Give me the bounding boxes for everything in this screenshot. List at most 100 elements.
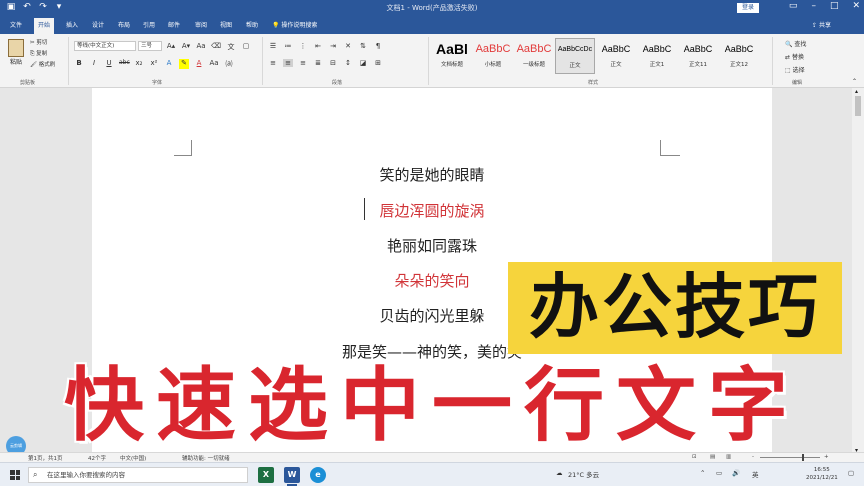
- style-gallery-item[interactable]: AaBbCcDc 正文: [555, 38, 595, 74]
- strikethrough-icon[interactable]: abc: [119, 59, 130, 69]
- windows-start-icon[interactable]: [10, 470, 20, 480]
- document-line[interactable]: 笑的是她的眼睛: [0, 164, 864, 185]
- align-left-icon[interactable]: ≡: [268, 59, 278, 67]
- clock[interactable]: 16:55 2021/12/21: [806, 466, 838, 482]
- style-gallery-item[interactable]: AaBbC 正文1: [637, 38, 677, 74]
- share-button[interactable]: ⇪ 共享: [812, 20, 831, 29]
- page-count[interactable]: 第1页，共1页: [28, 454, 63, 462]
- select-button[interactable]: ⬚ 选择: [785, 64, 806, 77]
- scroll-up-icon[interactable]: ▴: [855, 88, 858, 95]
- shading-icon[interactable]: ◪: [358, 59, 368, 67]
- italic-icon[interactable]: I: [89, 59, 99, 69]
- style-gallery-item[interactable]: AaBbC 正文: [596, 38, 636, 74]
- style-gallery-item[interactable]: AaBbC 小标题: [473, 38, 513, 74]
- underline-icon[interactable]: U: [104, 59, 114, 69]
- grow-font-icon[interactable]: A▴: [166, 42, 176, 52]
- subscript-icon[interactable]: x₂: [134, 59, 144, 69]
- word-count[interactable]: 42个字: [88, 454, 106, 462]
- focus-mode-icon[interactable]: ⊡: [692, 454, 697, 460]
- tab-review[interactable]: 审阅: [195, 20, 207, 29]
- char-shading-icon[interactable]: Aa: [209, 59, 219, 69]
- tab-view[interactable]: 视图: [220, 20, 232, 29]
- login-button[interactable]: 登录: [737, 3, 759, 13]
- select-label: 选择: [792, 67, 805, 74]
- find-button[interactable]: 🔍 查找: [785, 38, 806, 51]
- change-case-icon[interactable]: Aa: [196, 42, 206, 52]
- paste-button[interactable]: 粘贴: [6, 39, 26, 66]
- network-icon[interactable]: ▭: [716, 469, 722, 477]
- format-painter-button[interactable]: 🖌 格式刷: [30, 60, 55, 71]
- zoom-slider-knob[interactable]: [802, 454, 804, 461]
- highlight-icon[interactable]: ✎: [179, 59, 189, 69]
- zoom-out-button[interactable]: -: [752, 454, 754, 460]
- show-marks-icon[interactable]: ¶: [373, 42, 383, 50]
- close-icon[interactable]: ✕: [852, 1, 860, 11]
- line-spacing-icon[interactable]: ↕: [343, 59, 353, 67]
- tab-insert[interactable]: 插入: [66, 20, 78, 29]
- weather-status[interactable]: 21°C 多云: [568, 469, 599, 479]
- accessibility-status[interactable]: 辅助功能: 一切就绪: [182, 454, 230, 462]
- phonetic-guide-icon[interactable]: 文: [226, 42, 236, 52]
- cut-button[interactable]: ✂ 剪切: [30, 38, 55, 49]
- print-layout-icon[interactable]: ▥: [726, 454, 731, 460]
- word-icon[interactable]: W: [284, 467, 300, 486]
- tell-me-search[interactable]: 💡 操作说明搜索: [272, 20, 317, 29]
- clear-format-icon[interactable]: ⌫: [211, 42, 221, 52]
- title-banner-text: 办公技巧: [529, 266, 821, 348]
- superscript-icon[interactable]: x²: [149, 59, 159, 69]
- tab-mailings[interactable]: 邮件: [168, 20, 180, 29]
- notification-icon[interactable]: ▢: [848, 469, 854, 477]
- collapse-ribbon-icon[interactable]: ⌃: [852, 78, 857, 85]
- align-right-icon[interactable]: ≡: [298, 59, 308, 67]
- zoom-slider[interactable]: [760, 457, 820, 458]
- style-gallery-item[interactable]: AaBbC 一级标题: [514, 38, 554, 74]
- shrink-font-icon[interactable]: A▾: [181, 42, 191, 52]
- language-status[interactable]: 中文(中国): [120, 454, 146, 462]
- decrease-indent-icon[interactable]: ⇤: [313, 42, 323, 50]
- font-name-combobox[interactable]: 等线(中文正文): [74, 41, 136, 51]
- text-effects-icon[interactable]: A: [164, 59, 174, 69]
- document-title: 文档1 - Word(产品激活失败): [386, 4, 478, 12]
- borders-icon[interactable]: ⊞: [373, 59, 383, 67]
- read-mode-icon[interactable]: ▤: [710, 454, 715, 460]
- font-size-combobox[interactable]: 三号: [138, 41, 162, 51]
- tab-help[interactable]: 帮助: [246, 20, 258, 29]
- minimize-icon[interactable]: –: [811, 1, 816, 11]
- ribbon-display-icon[interactable]: ▭: [789, 1, 798, 11]
- numbering-icon[interactable]: ≔: [283, 42, 293, 50]
- tab-file[interactable]: 文件: [10, 20, 22, 29]
- ime-indicator[interactable]: 英: [752, 469, 759, 479]
- restore-icon[interactable]: □: [830, 1, 839, 11]
- taskbar-search-input[interactable]: ⌕ 在这里输入你要搜索的内容: [28, 467, 248, 483]
- tab-layout[interactable]: 布局: [118, 20, 130, 29]
- style-gallery-item[interactable]: AaBbC 正文11: [678, 38, 718, 74]
- align-center-icon[interactable]: ≡: [283, 59, 293, 67]
- bullets-icon[interactable]: ☰: [268, 42, 278, 50]
- tray-chevron-icon[interactable]: ⌃: [700, 469, 705, 477]
- excel-icon[interactable]: X: [258, 467, 274, 483]
- tab-design[interactable]: 设计: [92, 20, 104, 29]
- justify-icon[interactable]: ≣: [313, 59, 323, 67]
- copy-button[interactable]: ⎘ 复制: [30, 49, 55, 60]
- enclose-char-icon[interactable]: ⒜: [224, 59, 234, 69]
- edge-icon[interactable]: e: [310, 467, 326, 483]
- sort-icon[interactable]: ⇅: [358, 42, 368, 50]
- volume-icon[interactable]: 🔊: [732, 469, 740, 477]
- bold-icon[interactable]: B: [74, 59, 84, 69]
- document-line[interactable]: 艳丽如同露珠: [0, 235, 864, 256]
- char-border-icon[interactable]: ▢: [241, 42, 251, 52]
- font-color-icon[interactable]: A: [194, 59, 204, 69]
- multilevel-list-icon[interactable]: ⋮: [298, 42, 308, 50]
- replace-button[interactable]: ⇄ 替换: [785, 51, 806, 64]
- tab-home[interactable]: 开始: [34, 18, 55, 34]
- zoom-in-button[interactable]: +: [824, 454, 829, 460]
- scroll-thumb[interactable]: [855, 96, 861, 116]
- tab-references[interactable]: 引用: [143, 20, 155, 29]
- document-line[interactable]: 唇边浑圆的旋涡: [0, 200, 864, 221]
- weather-icon[interactable]: ☁: [556, 469, 563, 477]
- distributed-icon[interactable]: ⊟: [328, 59, 338, 67]
- increase-indent-icon[interactable]: ⇥: [328, 42, 338, 50]
- chinese-layout-icon[interactable]: ✕: [343, 42, 353, 50]
- style-gallery-item[interactable]: AaBl 文档标题: [432, 38, 472, 74]
- style-gallery-item[interactable]: AaBbC 正文12: [719, 38, 759, 74]
